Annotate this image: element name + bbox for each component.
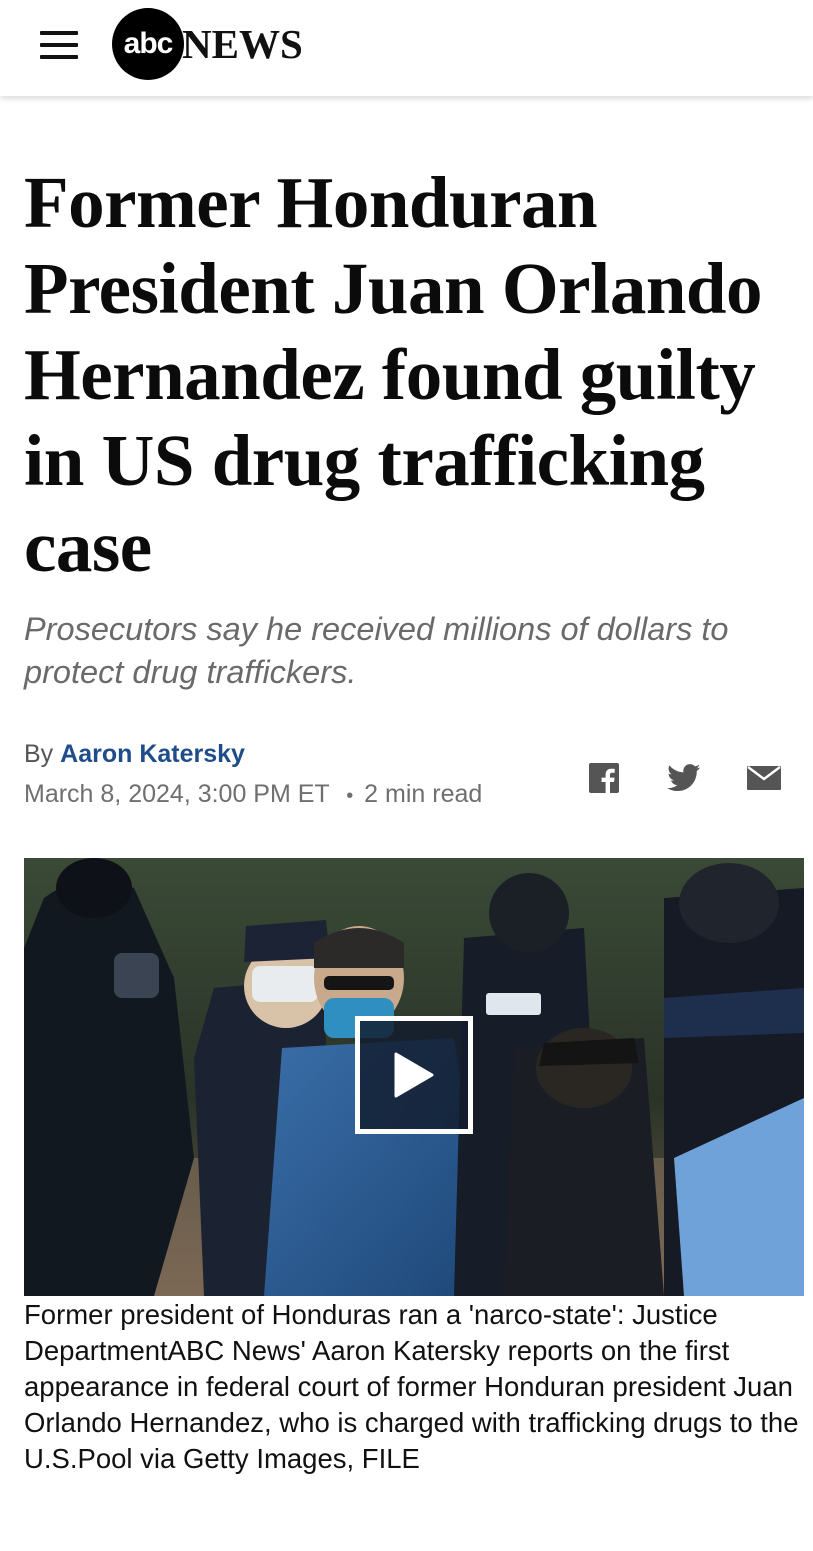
- abc-logo-mark: abc: [112, 8, 184, 80]
- byline: By Aaron Katersky: [24, 740, 245, 769]
- play-button[interactable]: [355, 1016, 473, 1134]
- article-headline: Former Honduran President Juan Orlando H…: [24, 162, 763, 587]
- hamburger-menu-icon[interactable]: [38, 30, 82, 60]
- read-time: 2 min read: [364, 780, 483, 808]
- abc-news-logo[interactable]: abc NEWS: [112, 8, 303, 80]
- meta-separator: •: [346, 785, 354, 807]
- site-header: abc NEWS: [0, 0, 813, 96]
- twitter-icon[interactable]: [664, 760, 704, 796]
- article-subheadline: Prosecutors say he received millions of …: [24, 611, 729, 690]
- author-link[interactable]: Aaron Katersky: [60, 740, 245, 768]
- news-logo-text: NEWS: [182, 21, 303, 67]
- dateline: March 8, 2024, 3:00 PM ET • 2 min read: [24, 780, 482, 809]
- email-icon[interactable]: [744, 760, 784, 796]
- play-icon: [394, 1052, 434, 1098]
- video-caption: Former president of Honduras ran a 'narc…: [24, 1299, 799, 1474]
- video-player[interactable]: [24, 858, 804, 1296]
- publish-date: March 8, 2024, 3:00 PM ET: [24, 780, 330, 808]
- facebook-icon[interactable]: [584, 760, 624, 796]
- byline-prefix: By: [24, 740, 54, 768]
